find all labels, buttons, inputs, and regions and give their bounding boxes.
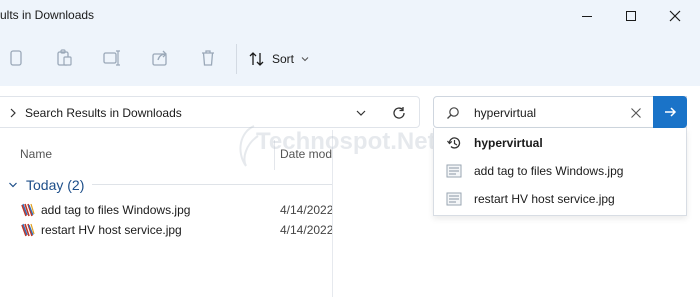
paste-icon[interactable] bbox=[54, 48, 74, 68]
copy-icon[interactable] bbox=[6, 48, 26, 68]
arrow-right-icon bbox=[665, 107, 677, 117]
toolbar-separator bbox=[236, 44, 237, 74]
file-date: 4/14/2022 bbox=[280, 203, 332, 217]
search-box[interactable]: hypervirtual bbox=[433, 96, 687, 128]
group-header[interactable]: Today (2) bbox=[8, 176, 84, 194]
delete-icon[interactable] bbox=[198, 48, 218, 68]
history-icon bbox=[447, 137, 461, 149]
share-icon[interactable] bbox=[150, 48, 170, 68]
image-file-icon bbox=[446, 192, 462, 206]
minimize-button[interactable] bbox=[564, 0, 610, 32]
search-go-button[interactable] bbox=[653, 96, 687, 128]
clear-search-icon[interactable] bbox=[630, 107, 642, 119]
chevron-down-icon bbox=[9, 182, 17, 188]
search-input[interactable]: hypervirtual bbox=[474, 106, 536, 120]
close-icon bbox=[669, 10, 681, 22]
image-file-icon bbox=[21, 223, 35, 237]
suggestion-text: add tag to files Windows.jpg bbox=[474, 164, 624, 178]
suggestion-item[interactable]: restart HV host service.jpg bbox=[434, 186, 688, 212]
column-header-name[interactable]: Name bbox=[20, 147, 52, 161]
suggestion-item[interactable]: add tag to files Windows.jpg bbox=[434, 158, 688, 184]
sort-icon bbox=[249, 52, 264, 66]
maximize-icon bbox=[626, 11, 636, 21]
close-button[interactable] bbox=[652, 0, 698, 32]
chevron-down-icon bbox=[301, 57, 309, 62]
watermark-text: Technospot.Net bbox=[256, 128, 436, 155]
search-suggestions: hypervirtual add tag to files Windows.jp… bbox=[433, 128, 687, 216]
search-icon bbox=[447, 107, 459, 119]
file-date: 4/14/2022 bbox=[280, 223, 332, 237]
command-bar: Sort bbox=[0, 32, 700, 86]
title-bar: ults in Downloads bbox=[0, 0, 700, 32]
image-file-icon bbox=[446, 164, 462, 178]
maximize-button[interactable] bbox=[608, 0, 654, 32]
file-name: restart HV host service.jpg bbox=[41, 223, 182, 237]
refresh-icon[interactable] bbox=[391, 105, 407, 121]
chevron-right-icon[interactable] bbox=[9, 107, 17, 119]
suggestion-item[interactable]: hypervirtual bbox=[434, 130, 688, 156]
minimize-icon bbox=[582, 15, 592, 17]
sort-label: Sort bbox=[272, 52, 295, 66]
address-path: Search Results in Downloads bbox=[25, 106, 182, 120]
suggestion-text: hypervirtual bbox=[474, 136, 543, 150]
file-name: add tag to files Windows.jpg bbox=[41, 203, 191, 217]
image-file-icon bbox=[21, 203, 35, 217]
list-item[interactable]: add tag to files Windows.jpg 4/14/2022 bbox=[0, 200, 332, 220]
rename-icon[interactable] bbox=[102, 48, 122, 68]
suggestion-text: restart HV host service.jpg bbox=[474, 192, 615, 206]
group-label: Today (2) bbox=[26, 177, 85, 193]
sort-button[interactable]: Sort bbox=[248, 46, 318, 72]
window-title: ults in Downloads bbox=[0, 8, 95, 22]
group-divider bbox=[92, 184, 332, 185]
history-dropdown-icon[interactable] bbox=[355, 107, 367, 119]
list-item[interactable]: restart HV host service.jpg 4/14/2022 bbox=[0, 220, 332, 240]
